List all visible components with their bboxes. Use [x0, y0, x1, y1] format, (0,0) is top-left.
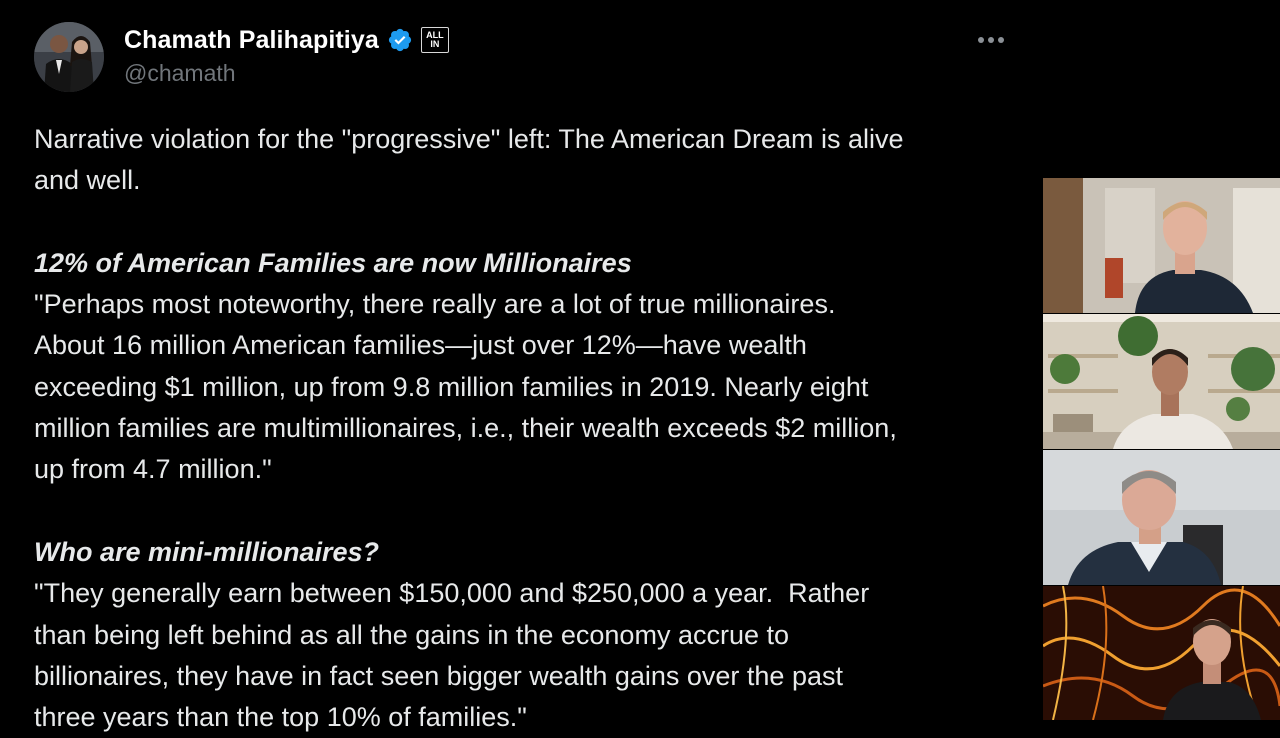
tweet-heading-mini-millionaires: Who are mini-millionaires? — [34, 536, 380, 567]
author-name[interactable]: Chamath Palihapitiya — [124, 26, 379, 55]
tweet-heading-millionaires: 12% of American Families are now Million… — [34, 247, 632, 278]
tweet-body: Narrative violation for the "progressive… — [34, 119, 1024, 738]
more-dot — [978, 37, 984, 43]
tweet-quote-millionaires: "Perhaps most noteworthy, there really a… — [34, 289, 897, 485]
verified-badge-icon — [387, 27, 413, 53]
all-in-badge-icon: ALL IN — [420, 27, 449, 53]
video-tile-participant-2 — [1043, 314, 1280, 449]
tweet-intro: Narrative violation for the "progressive… — [34, 124, 904, 196]
more-dot — [998, 37, 1004, 43]
more-options-icon[interactable] — [976, 26, 1006, 54]
video-tile-participant-1 — [1043, 178, 1280, 313]
all-in-badge-bottom: IN — [430, 39, 440, 49]
author-avatar[interactable] — [34, 22, 104, 92]
tweet-quote-mini-millionaires: "They generally earn between $150,000 an… — [34, 578, 870, 733]
author-name-row: Chamath Palihapitiya ALL IN — [124, 24, 449, 56]
author-handle[interactable]: @chamath — [124, 60, 236, 87]
avatar-photo — [34, 22, 104, 92]
video-tile-participant-3 — [1043, 450, 1280, 585]
more-dot — [988, 37, 994, 43]
video-tile-participant-4 — [1043, 586, 1280, 720]
